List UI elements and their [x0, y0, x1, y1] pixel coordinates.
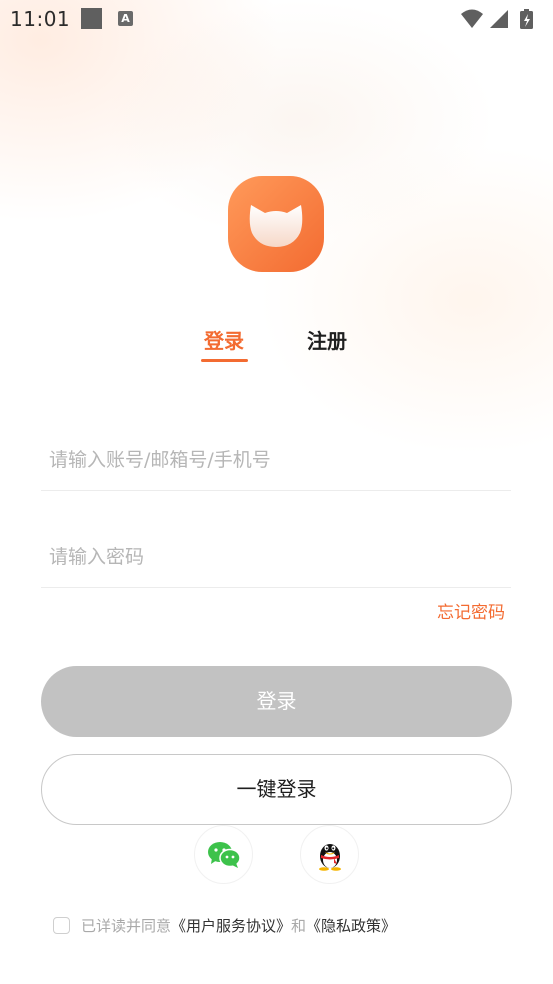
- tab-register[interactable]: 注册: [307, 326, 347, 356]
- tab-login[interactable]: 登录: [204, 326, 244, 356]
- wechat-icon: [207, 841, 241, 868]
- agreement-prefix: 已详读并同意: [81, 917, 172, 935]
- wifi-icon: [461, 9, 483, 28]
- system-status-icons: [461, 9, 533, 29]
- keyboard-a-icon: A: [118, 11, 133, 26]
- status-bar: 11:01 A: [0, 0, 553, 38]
- status-time: 11:01: [10, 7, 71, 31]
- qq-login-button[interactable]: [300, 825, 359, 884]
- password-input[interactable]: [41, 527, 511, 588]
- gallery-icon: [81, 8, 102, 29]
- active-tab-indicator: [201, 359, 248, 362]
- qq-icon: [318, 843, 341, 871]
- wechat-login-button[interactable]: [194, 825, 253, 884]
- agreement-checkbox[interactable]: [53, 917, 70, 934]
- one-click-login-button[interactable]: 一键登录: [41, 754, 512, 825]
- login-button[interactable]: 登录: [41, 666, 512, 737]
- account-input[interactable]: [41, 430, 511, 491]
- signal-icon: [490, 10, 508, 28]
- cat-logo-icon: [228, 176, 324, 272]
- forgot-password-link[interactable]: 忘记密码: [437, 598, 505, 623]
- service-agreement-link[interactable]: 《用户服务协议》: [171, 917, 291, 935]
- battery-charging-icon: [520, 9, 533, 29]
- agreement-text: 已详读并同意《用户服务协议》和《隐私政策》: [81, 916, 396, 936]
- privacy-policy-link[interactable]: 《隐私政策》: [306, 917, 396, 935]
- agreement-and: 和: [291, 917, 307, 935]
